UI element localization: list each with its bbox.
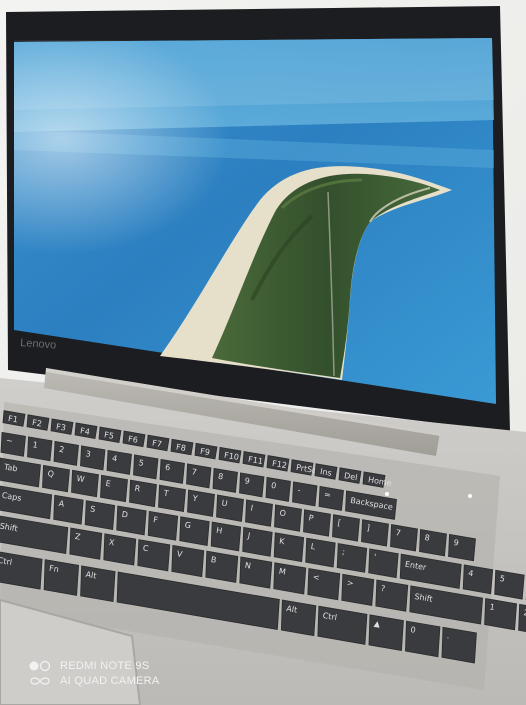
keyboard-key[interactable]: K [273,532,305,563]
keyboard-key[interactable]: B [205,550,239,583]
keyboard-key[interactable]: R [129,479,157,508]
keyboard-key[interactable]: Alt [80,565,116,603]
keyboard-key[interactable]: 9 [448,533,476,562]
keyboard-key[interactable]: X [103,533,137,566]
keyboard-key[interactable]: U [216,494,244,522]
keyboard-key[interactable]: F [147,510,179,541]
keyboard-key[interactable]: D [116,505,147,536]
keyboard-key[interactable]: 7 [390,524,418,552]
key-label: Ctrl [0,556,13,567]
key-label: Fn [48,564,59,574]
keyboard-key[interactable]: P [303,509,331,537]
keyboard-key[interactable]: - [292,481,318,507]
key-label: F2 [31,418,42,428]
keyboard-key[interactable]: ? [375,579,409,612]
key-label: F1 [7,414,18,424]
keyboard-key[interactable]: L [305,537,336,568]
keyboard-key[interactable]: ~ [0,431,26,457]
keyboard-key[interactable]: 0 [405,620,441,658]
laptop-photo: Lenovo F1 F2 F3 F4 F5 F6 F7 F8 F9 F10 F11 F12 PrtSc I… [0,0,526,705]
keyboard-key[interactable]: V [171,544,205,578]
keyboard-key[interactable]: ; [336,543,368,573]
keyboard-key[interactable]: J [242,526,273,557]
keyboard-key[interactable]: Y [187,489,215,517]
keyboard-key[interactable]: [ [332,514,360,542]
keyboard-key[interactable]: 7 [186,463,212,489]
keyboard-key[interactable]: Fn [43,559,80,596]
keyboard-key[interactable]: > [341,573,375,607]
brand-logo: Lenovo [20,337,57,351]
key-label: Ins [319,467,332,478]
watermark-row-1: REDMI NOTE 9S [28,660,160,672]
keyboard-key[interactable]: 5 [133,454,159,480]
keyboard-key[interactable]: < [307,568,341,601]
camera-watermark: REDMI NOTE 9S AI QUAD CAMERA [28,660,160,687]
keyboard-key[interactable]: 8 [419,529,447,557]
indicator-led [385,492,389,496]
key-label: Alt [286,604,298,615]
keyboard-key[interactable]: G [179,516,210,547]
key-label: F4 [79,426,90,436]
keyboard-key[interactable]: 8 [212,467,238,493]
laptop-screen [14,38,496,404]
keyboard-key[interactable]: 3 [80,445,106,471]
keyboard-key[interactable]: Z [69,527,103,560]
key-label: F6 [127,434,138,444]
infinity-icon [30,677,50,685]
key-label: F7 [151,438,162,448]
keyboard-key[interactable]: C [137,539,171,572]
watermark-row-2: AI QUAD CAMERA [28,675,160,687]
keyboard-key[interactable]: 4 [462,564,494,595]
dual-dot-icon [29,660,51,672]
key-label: W [76,474,85,484]
watermark-line-2: AI QUAD CAMERA [60,675,160,687]
keyboard-key[interactable]: Q [42,464,70,493]
watermark-line-1: REDMI NOTE 9S [60,660,150,672]
keyboard-key[interactable]: ▲ [368,614,404,652]
keyboard-key[interactable]: 0 [265,476,291,502]
keyboard-key[interactable]: 5 [494,569,525,600]
keyboard-key[interactable]: I [245,499,273,527]
photo-canvas: Lenovo F1 F2 F3 F4 F5 F6 F7 F8 F9 F10 F11 F12 PrtSc I… [0,0,526,705]
keyboard-key[interactable]: T [158,484,186,513]
key-label: F5 [103,430,114,440]
keyboard-key[interactable]: H [210,521,242,552]
keyboard-key[interactable]: Alt [280,599,317,637]
key-label: F9 [199,447,210,457]
keyboard-key[interactable]: 1 [27,436,53,462]
keyboard-key[interactable]: 1 [484,598,518,631]
keyboard-key[interactable]: A [53,494,84,525]
indicator-led [468,494,472,498]
keyboard-key[interactable]: 2 [518,603,526,635]
keyboard-key[interactable]: 9 [239,472,265,498]
keyboard-key[interactable]: O [274,504,302,532]
keyboard-key[interactable]: W [71,469,99,498]
keyboard-key[interactable]: E [100,474,128,503]
keyboard-key[interactable]: N [239,556,273,589]
keyboard-key[interactable]: M [273,562,307,595]
keyboard-key[interactable]: 6 [159,458,185,484]
keyboard-key[interactable]: 2 [53,440,79,466]
keyboard-key[interactable]: = [318,485,344,511]
key-label: F8 [175,443,186,453]
keyboard-key[interactable]: S [84,500,116,530]
key-label: Alt [85,570,97,581]
key-label: F3 [55,422,66,432]
keyboard-key[interactable]: ] [361,519,389,547]
keyboard-key[interactable]: 4 [106,449,132,475]
keyboard-key[interactable]: ' [368,548,399,579]
keyboard-key[interactable]: . [441,626,477,664]
